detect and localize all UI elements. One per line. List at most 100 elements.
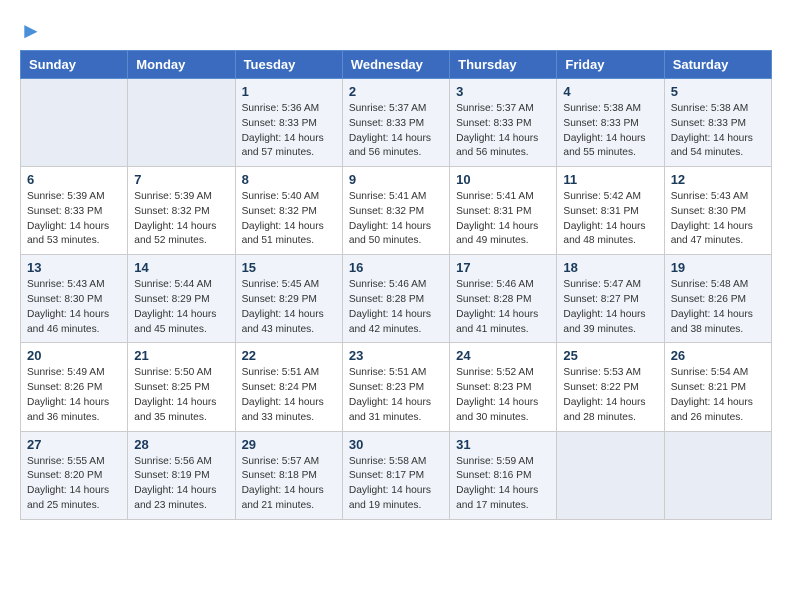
day-info: Sunrise: 5:55 AM Sunset: 8:20 PM Dayligh…: [27, 455, 121, 514]
calendar-cell: 10Sunrise: 5:41 AM Sunset: 8:31 PM Dayli…: [450, 167, 557, 255]
day-info: Sunrise: 5:38 AM Sunset: 8:33 PM Dayligh…: [671, 102, 765, 161]
calendar-cell: 8 Sunrise: 5:40 AM Sunset: 8:32 PM Daylig…: [235, 167, 342, 255]
weekday-header: Monday: [128, 51, 235, 79]
day-number: 20: [27, 348, 121, 363]
day-info: Sunrise: 5:41 AM Sunset: 8:32 PM Dayligh…: [349, 190, 443, 249]
day-number: 3: [456, 84, 550, 99]
day-number: 1: [242, 84, 336, 99]
day-info: Sunrise: 5:38 AM Sunset: 8:33 PM Dayligh…: [563, 102, 657, 161]
day-info: Sunrise: 5:48 AM Sunset: 8:26 PM Dayligh…: [671, 278, 765, 337]
day-info: Sunrise: 5:39 AM Sunset: 8:32 PM Dayligh…: [134, 190, 228, 249]
day-number: 30: [349, 437, 443, 452]
day-info: Sunrise: 5:43 AM Sunset: 8:30 PM Dayligh…: [27, 278, 121, 337]
calendar-table: SundayMondayTuesdayWednesdayThursdayFrid…: [20, 50, 772, 520]
calendar-cell: 25 Sunrise: 5:53 AM Sunset: 8:22 PM Dayli…: [557, 343, 664, 431]
day-number: 8: [242, 172, 336, 187]
calendar-cell: 30 Sunrise: 5:58 AM Sunset: 8:17 PM Dayli…: [342, 431, 449, 519]
day-number: 16: [349, 260, 443, 275]
calendar-week-row: 6 Sunrise: 5:39 AM Sunset: 8:33 PM Daylig…: [21, 167, 772, 255]
calendar-cell: 23Sunrise: 5:51 AM Sunset: 8:23 PM Dayli…: [342, 343, 449, 431]
weekday-header-row: SundayMondayTuesdayWednesdayThursdayFrid…: [21, 51, 772, 79]
weekday-header: Wednesday: [342, 51, 449, 79]
day-info: Sunrise: 5:44 AM Sunset: 8:29 PM Dayligh…: [134, 278, 228, 337]
calendar-cell: [128, 79, 235, 167]
calendar-cell: 4 Sunrise: 5:38 AM Sunset: 8:33 PM Daylig…: [557, 79, 664, 167]
calendar-cell: 18 Sunrise: 5:47 AM Sunset: 8:27 PM Dayli…: [557, 255, 664, 343]
weekday-header: Saturday: [664, 51, 771, 79]
calendar-cell: 12 Sunrise: 5:43 AM Sunset: 8:30 PM Dayli…: [664, 167, 771, 255]
day-info: Sunrise: 5:47 AM Sunset: 8:27 PM Dayligh…: [563, 278, 657, 337]
calendar-cell: 21Sunrise: 5:50 AM Sunset: 8:25 PM Dayli…: [128, 343, 235, 431]
calendar-week-row: 20 Sunrise: 5:49 AM Sunset: 8:26 PM Dayli…: [21, 343, 772, 431]
day-info: Sunrise: 5:49 AM Sunset: 8:26 PM Dayligh…: [27, 366, 121, 425]
calendar-cell: 16 Sunrise: 5:46 AM Sunset: 8:28 PM Dayli…: [342, 255, 449, 343]
calendar-cell: 3Sunrise: 5:37 AM Sunset: 8:33 PM Daylig…: [450, 79, 557, 167]
calendar-cell: 24Sunrise: 5:52 AM Sunset: 8:23 PM Dayli…: [450, 343, 557, 431]
day-number: 2: [349, 84, 443, 99]
calendar-week-row: 27 Sunrise: 5:55 AM Sunset: 8:20 PM Dayli…: [21, 431, 772, 519]
day-number: 14: [134, 260, 228, 275]
day-number: 28: [134, 437, 228, 452]
day-info: Sunrise: 5:37 AM Sunset: 8:33 PM Dayligh…: [349, 102, 443, 161]
day-info: Sunrise: 5:57 AM Sunset: 8:18 PM Dayligh…: [242, 455, 336, 514]
day-info: Sunrise: 5:39 AM Sunset: 8:33 PM Dayligh…: [27, 190, 121, 249]
page-header: ►: [20, 20, 772, 40]
calendar-cell: 1 Sunrise: 5:36 AM Sunset: 8:33 PM Daylig…: [235, 79, 342, 167]
day-number: 12: [671, 172, 765, 187]
calendar-cell: 11 Sunrise: 5:42 AM Sunset: 8:31 PM Dayli…: [557, 167, 664, 255]
day-info: Sunrise: 5:56 AM Sunset: 8:19 PM Dayligh…: [134, 455, 228, 514]
calendar-cell: 29 Sunrise: 5:57 AM Sunset: 8:18 PM Dayli…: [235, 431, 342, 519]
day-number: 5: [671, 84, 765, 99]
day-number: 24: [456, 348, 550, 363]
calendar-week-row: 13 Sunrise: 5:43 AM Sunset: 8:30 PM Dayli…: [21, 255, 772, 343]
day-info: Sunrise: 5:41 AM Sunset: 8:31 PM Dayligh…: [456, 190, 550, 249]
calendar-cell: [664, 431, 771, 519]
calendar-cell: 7Sunrise: 5:39 AM Sunset: 8:32 PM Daylig…: [128, 167, 235, 255]
weekday-header: Friday: [557, 51, 664, 79]
calendar-week-row: 1 Sunrise: 5:36 AM Sunset: 8:33 PM Daylig…: [21, 79, 772, 167]
day-number: 25: [563, 348, 657, 363]
day-info: Sunrise: 5:54 AM Sunset: 8:21 PM Dayligh…: [671, 366, 765, 425]
day-number: 22: [242, 348, 336, 363]
calendar-cell: 27 Sunrise: 5:55 AM Sunset: 8:20 PM Dayli…: [21, 431, 128, 519]
day-info: Sunrise: 5:43 AM Sunset: 8:30 PM Dayligh…: [671, 190, 765, 249]
day-number: 18: [563, 260, 657, 275]
day-info: Sunrise: 5:53 AM Sunset: 8:22 PM Dayligh…: [563, 366, 657, 425]
calendar-cell: 13 Sunrise: 5:43 AM Sunset: 8:30 PM Dayli…: [21, 255, 128, 343]
day-info: Sunrise: 5:59 AM Sunset: 8:16 PM Dayligh…: [456, 455, 550, 514]
day-info: Sunrise: 5:46 AM Sunset: 8:28 PM Dayligh…: [456, 278, 550, 337]
calendar-cell: 6 Sunrise: 5:39 AM Sunset: 8:33 PM Daylig…: [21, 167, 128, 255]
calendar-cell: 5 Sunrise: 5:38 AM Sunset: 8:33 PM Daylig…: [664, 79, 771, 167]
day-number: 17: [456, 260, 550, 275]
calendar-cell: 15Sunrise: 5:45 AM Sunset: 8:29 PM Dayli…: [235, 255, 342, 343]
day-info: Sunrise: 5:36 AM Sunset: 8:33 PM Dayligh…: [242, 102, 336, 161]
day-number: 13: [27, 260, 121, 275]
day-number: 9: [349, 172, 443, 187]
day-number: 26: [671, 348, 765, 363]
calendar-cell: 22 Sunrise: 5:51 AM Sunset: 8:24 PM Dayli…: [235, 343, 342, 431]
day-info: Sunrise: 5:51 AM Sunset: 8:24 PM Dayligh…: [242, 366, 336, 425]
calendar-cell: [21, 79, 128, 167]
calendar-cell: 14 Sunrise: 5:44 AM Sunset: 8:29 PM Dayli…: [128, 255, 235, 343]
day-number: 4: [563, 84, 657, 99]
calendar-cell: 9 Sunrise: 5:41 AM Sunset: 8:32 PM Daylig…: [342, 167, 449, 255]
calendar-cell: [557, 431, 664, 519]
weekday-header: Thursday: [450, 51, 557, 79]
calendar-cell: 31Sunrise: 5:59 AM Sunset: 8:16 PM Dayli…: [450, 431, 557, 519]
calendar-cell: 26 Sunrise: 5:54 AM Sunset: 8:21 PM Dayli…: [664, 343, 771, 431]
day-number: 19: [671, 260, 765, 275]
day-info: Sunrise: 5:46 AM Sunset: 8:28 PM Dayligh…: [349, 278, 443, 337]
day-info: Sunrise: 5:58 AM Sunset: 8:17 PM Dayligh…: [349, 455, 443, 514]
calendar-cell: 2 Sunrise: 5:37 AM Sunset: 8:33 PM Daylig…: [342, 79, 449, 167]
day-number: 21: [134, 348, 228, 363]
calendar-cell: 20 Sunrise: 5:49 AM Sunset: 8:26 PM Dayli…: [21, 343, 128, 431]
day-info: Sunrise: 5:40 AM Sunset: 8:32 PM Dayligh…: [242, 190, 336, 249]
day-number: 23: [349, 348, 443, 363]
weekday-header: Sunday: [21, 51, 128, 79]
logo: ►: [20, 20, 42, 40]
day-number: 27: [27, 437, 121, 452]
day-number: 6: [27, 172, 121, 187]
day-info: Sunrise: 5:42 AM Sunset: 8:31 PM Dayligh…: [563, 190, 657, 249]
day-number: 29: [242, 437, 336, 452]
day-number: 11: [563, 172, 657, 187]
